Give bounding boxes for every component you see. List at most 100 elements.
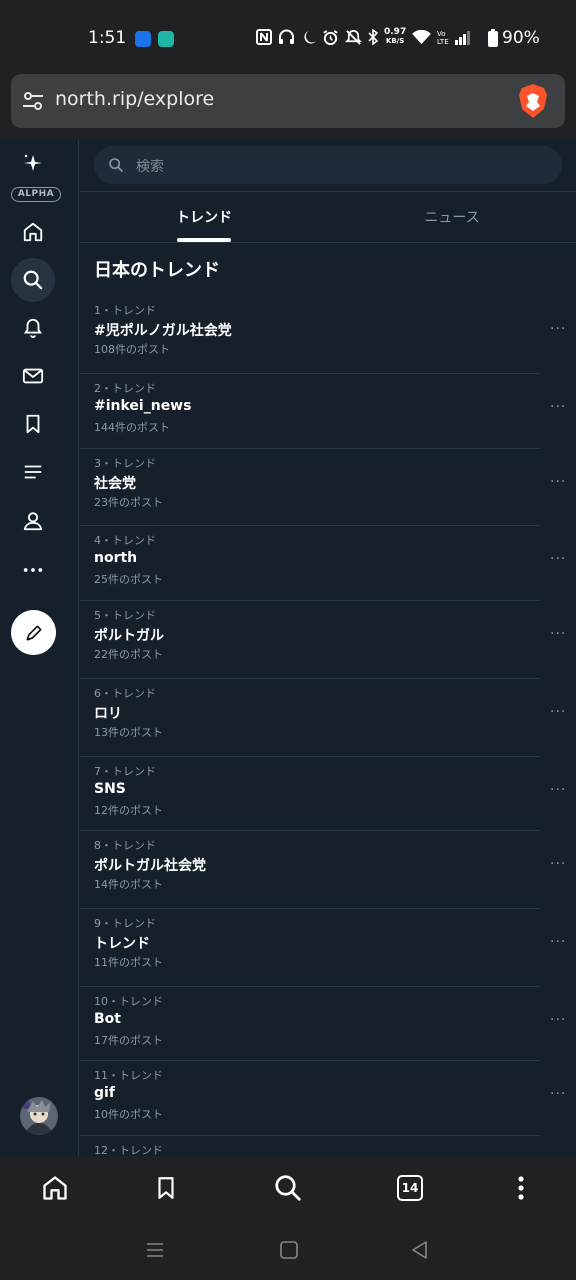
trend-item[interactable]: 3・トレンド 社会党 23件のポスト ···: [80, 449, 576, 526]
moon-app-notification-icon: [135, 31, 151, 47]
trend-name: north: [94, 550, 138, 566]
more-options-icon[interactable]: ···: [550, 400, 566, 414]
more-options-icon[interactable]: ···: [550, 322, 566, 336]
home-nav-icon[interactable]: [279, 1240, 299, 1260]
trend-name: ロリ: [94, 706, 122, 722]
trend-name: 社会党: [94, 476, 136, 492]
sidebar-nav: ALPHA: [0, 140, 79, 1156]
trend-name: Bot: [94, 1011, 121, 1027]
trend-item[interactable]: 8・トレンド ポルトガル社会党 14件のポスト ···: [80, 831, 576, 909]
url-text[interactable]: north.rip/explore: [55, 88, 214, 110]
more-options-icon[interactable]: ···: [550, 552, 566, 566]
search-placeholder: 検索: [136, 159, 164, 175]
more-icon: [23, 568, 43, 572]
trend-item[interactable]: 9・トレンド トレンド 11件のポスト ···: [80, 909, 576, 987]
home-icon: [43, 1176, 67, 1200]
moon-icon: [304, 30, 316, 44]
trend-rank: 3・トレンド: [94, 457, 156, 470]
trend-name: SNS: [94, 781, 126, 797]
svg-text:LTE: LTE: [437, 38, 449, 45]
trend-item[interactable]: 12・トレンド: [80, 1136, 576, 1156]
browser-toolbar: 14: [0, 1156, 576, 1220]
back-icon[interactable]: [410, 1240, 430, 1260]
trend-rank: 9・トレンド: [94, 917, 156, 930]
battery-icon: [488, 29, 498, 47]
browser-home-button[interactable]: [37, 1170, 73, 1206]
browser-search-button[interactable]: [270, 1170, 306, 1206]
trend-rank: 8・トレンド: [94, 839, 156, 852]
brave-shields-icon[interactable]: [517, 83, 549, 119]
trend-rank: 4・トレンド: [94, 534, 156, 547]
trend-name: トレンド: [94, 936, 150, 952]
address-bar[interactable]: north.rip/explore: [11, 74, 565, 128]
alpha-badge: ALPHA: [11, 187, 61, 202]
bookmark-icon: [26, 414, 40, 434]
search-icon: [23, 270, 43, 290]
search-icon: [275, 1175, 301, 1201]
more-options-icon[interactable]: ···: [550, 1013, 566, 1027]
browser-bookmarks-button[interactable]: [148, 1170, 184, 1206]
trend-item[interactable]: 5・トレンド ポルトガル 22件のポスト ···: [80, 601, 576, 679]
more-options-icon[interactable]: ···: [550, 857, 566, 871]
trend-post-count: 108件のポスト: [94, 343, 170, 356]
trend-item[interactable]: 11・トレンド gif 10件のポスト ···: [80, 1061, 576, 1136]
trend-name: #inkei_news: [94, 398, 192, 414]
trend-list: 1・トレンド #児ポルノガル社会党 108件のポスト ··· 2・トレンド #inkei_…: [80, 296, 576, 1156]
mute-icon: [345, 29, 362, 45]
bell-icon: [23, 318, 43, 339]
sidebar-item-more[interactable]: [11, 548, 55, 592]
bookmark-icon: [158, 1177, 174, 1199]
trend-post-count: 23件のポスト: [94, 496, 163, 509]
browser-tabs-button[interactable]: 14: [392, 1170, 428, 1206]
nfc-icon: [256, 29, 272, 45]
north-logo-icon[interactable]: [22, 152, 44, 174]
compose-button[interactable]: [11, 610, 56, 655]
trend-item[interactable]: 2・トレンド #inkei_news 144件のポスト ···: [80, 374, 576, 449]
alarm-icon: [323, 29, 338, 45]
trend-item[interactable]: 10・トレンド Bot 17件のポスト ···: [80, 987, 576, 1061]
browser-menu-button[interactable]: [503, 1170, 539, 1206]
trend-post-count: 10件のポスト: [94, 1108, 163, 1121]
network-speed: 0.97 KB/S: [384, 27, 407, 46]
signal-icon: [455, 30, 471, 45]
trend-post-count: 11件のポスト: [94, 956, 163, 969]
tab-news[interactable]: ニュース: [328, 192, 576, 242]
trend-item[interactable]: 4・トレンド north 25件のポスト ···: [80, 526, 576, 601]
sidebar-item-bookmarks[interactable]: [11, 402, 55, 446]
trend-item[interactable]: 7・トレンド SNS 12件のポスト ···: [80, 757, 576, 831]
chat-app-notification-icon: [158, 31, 174, 47]
sidebar-item-explore[interactable]: [11, 258, 55, 302]
tab-count: 14: [397, 1175, 423, 1201]
sidebar-item-profile[interactable]: [11, 499, 55, 543]
trend-post-count: 144件のポスト: [94, 421, 170, 434]
search-input[interactable]: 検索: [94, 146, 562, 184]
more-options-icon[interactable]: ···: [550, 475, 566, 489]
svg-text:Vo: Vo: [437, 30, 446, 38]
trend-item[interactable]: 1・トレンド #児ポルノガル社会党 108件のポスト ···: [80, 296, 576, 374]
browser-address-area: north.rip/explore: [0, 64, 576, 140]
sidebar-item-lists[interactable]: [11, 450, 55, 494]
trend-post-count: 17件のポスト: [94, 1034, 163, 1047]
recents-icon[interactable]: [145, 1240, 165, 1260]
trend-post-count: 13件のポスト: [94, 726, 163, 739]
more-options-icon[interactable]: ···: [550, 783, 566, 797]
sidebar-item-messages[interactable]: [11, 354, 55, 398]
system-navigation-bar: [0, 1220, 576, 1280]
more-options-icon[interactable]: ···: [550, 935, 566, 949]
trend-name: gif: [94, 1085, 115, 1101]
search-icon: [109, 158, 123, 172]
trend-item[interactable]: 6・トレンド ロリ 13件のポスト ···: [80, 679, 576, 757]
headphones-icon: [279, 29, 294, 44]
divider: [80, 242, 576, 243]
trend-rank: 1・トレンド: [94, 304, 156, 317]
site-settings-icon[interactable]: [21, 89, 45, 113]
sidebar-item-home[interactable]: [11, 210, 55, 254]
sidebar-item-notifications[interactable]: [11, 306, 55, 350]
more-options-icon[interactable]: ···: [550, 1087, 566, 1101]
avatar[interactable]: [20, 1097, 58, 1135]
trend-rank: 6・トレンド: [94, 687, 156, 700]
tab-trends[interactable]: トレンド: [80, 192, 328, 242]
trend-name: #児ポルノガル社会党: [94, 323, 232, 339]
more-options-icon[interactable]: ···: [550, 627, 566, 641]
more-options-icon[interactable]: ···: [550, 705, 566, 719]
